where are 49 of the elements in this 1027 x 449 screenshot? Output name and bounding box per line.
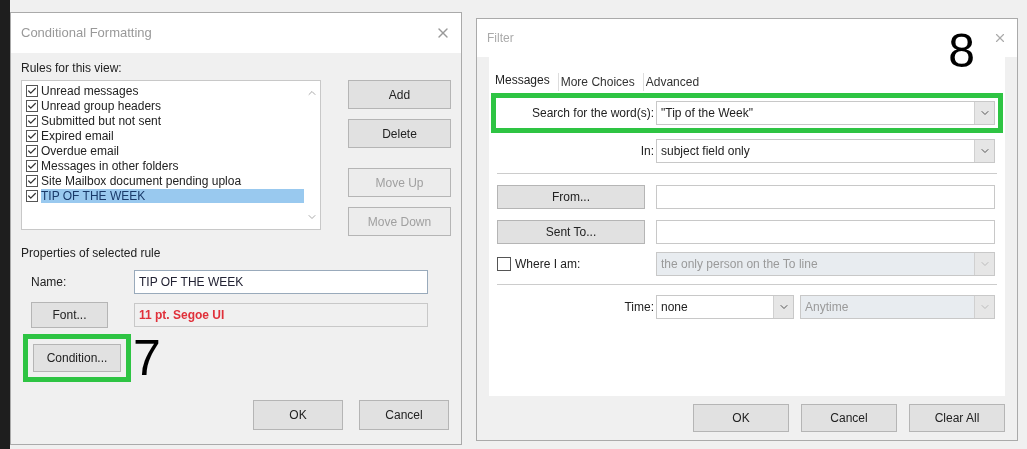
rule-item[interactable]: Unread messages [41, 83, 304, 98]
window-title: Conditional Formatting [21, 24, 152, 43]
checkbox[interactable] [26, 99, 38, 112]
checkbox-label: Where I am: [515, 256, 581, 273]
checkbox[interactable] [497, 257, 511, 271]
dialog-button[interactable]: Cancel [359, 400, 449, 430]
dialog-button[interactable]: Add [348, 80, 451, 109]
checkbox[interactable] [26, 189, 38, 202]
input-field[interactable] [656, 219, 995, 244]
checkbox[interactable] [26, 114, 38, 127]
tab[interactable]: Messages [493, 71, 552, 91]
field-label: Search for the word(s): [530, 105, 655, 122]
tab[interactable]: More Choices [557, 73, 637, 91]
dialog-button[interactable]: OK [253, 400, 343, 430]
dialog-button[interactable]: Cancel [801, 404, 897, 432]
field-label: Name: [31, 274, 68, 291]
dialog-button[interactable]: OK [693, 404, 789, 432]
dropdown-field[interactable]: none [656, 295, 794, 319]
dialog-button[interactable]: Font... [31, 302, 108, 328]
tab[interactable]: Advanced [642, 73, 702, 91]
dialog-button[interactable]: Delete [348, 119, 451, 148]
input-field[interactable] [656, 184, 995, 209]
step-number: 7 [133, 333, 161, 383]
rule-item[interactable]: Submitted but not sent [41, 113, 304, 128]
checkbox[interactable] [26, 84, 38, 97]
font-preview: 11 pt. Segoe UI [134, 303, 428, 327]
window-title: Filter [487, 30, 514, 47]
step-number: 8 [948, 27, 975, 75]
rule-item[interactable]: Overdue email [41, 143, 304, 158]
rule-item[interactable]: Unread group headers [41, 98, 304, 113]
dropdown-field[interactable]: "Tip of the Week" [656, 101, 995, 125]
dialog-button[interactable]: Clear All [909, 404, 1005, 432]
dialog-button[interactable]: Condition... [33, 344, 121, 372]
section-label: Properties of selected rule [21, 245, 162, 262]
rule-item[interactable]: Expired email [41, 128, 304, 143]
checkbox[interactable] [26, 129, 38, 142]
field-label: In: [639, 143, 655, 160]
section-label: Rules for this view: [21, 60, 123, 77]
field-label: Time: [623, 299, 655, 316]
dialog-button[interactable]: Sent To... [497, 220, 645, 244]
checkbox[interactable] [26, 174, 38, 187]
checkbox[interactable] [26, 144, 38, 157]
dialog-button[interactable]: From... [497, 185, 645, 209]
checkbox[interactable] [26, 159, 38, 172]
rule-item[interactable]: Messages in other folders [41, 158, 304, 173]
rule-item[interactable]: TIP OF THE WEEK [41, 188, 304, 203]
dropdown-field[interactable]: subject field only [656, 139, 995, 163]
name-field[interactable]: TIP OF THE WEEK [134, 270, 428, 294]
rule-item[interactable]: Site Mailbox document pending uploa [41, 173, 304, 188]
